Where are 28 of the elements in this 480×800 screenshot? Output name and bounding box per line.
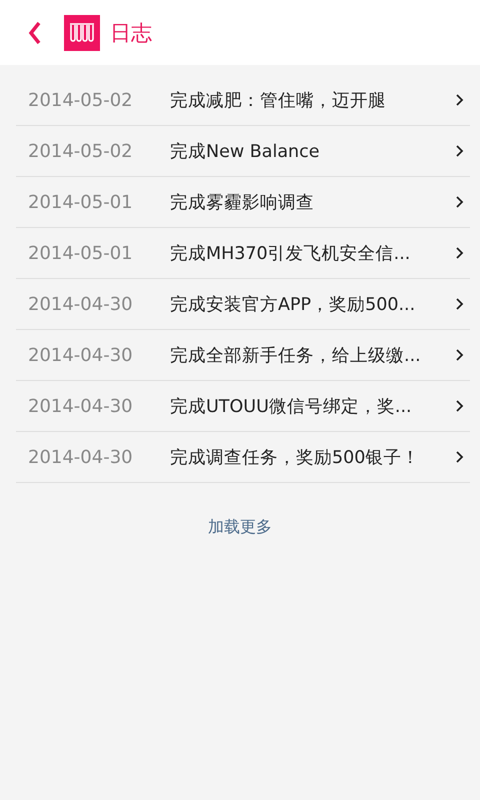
log-entry-title[interactable]: 完成雾霾影响调查 — [170, 190, 451, 214]
log-entry-title[interactable]: 完成减肥：管住嘴，迈开腿 — [170, 88, 451, 112]
chevron-right-icon[interactable] — [455, 348, 464, 362]
log-entry-title[interactable]: 完成UTOUU微信号绑定，奖... — [170, 394, 451, 418]
log-date: 2014-04-30 — [27, 294, 134, 314]
chevron-right-icon[interactable] — [455, 195, 464, 209]
chevron-right-icon[interactable] — [455, 297, 464, 311]
log-date: 2014-05-02 — [27, 90, 134, 110]
logo-icon — [64, 14, 100, 50]
log-date: 2014-05-02 — [27, 140, 134, 162]
chevron-right-icon[interactable] — [455, 93, 464, 107]
log-entry-title[interactable]: 完成调查任务，奖励500银子！ — [170, 445, 451, 469]
log-entry-title[interactable]: 完成全部新手任务，给上级缴... — [170, 343, 451, 367]
log-date: 2014-05-01 — [27, 242, 134, 264]
log-date: 2014-04-30 — [27, 446, 134, 468]
load-more-link[interactable]: 加载更多 — [200, 513, 280, 542]
chevron-right-icon[interactable] — [455, 144, 464, 158]
log-entry-title[interactable]: 完成MH370引发飞机安全信... — [170, 241, 451, 265]
log-date: 2014-04-30 — [27, 396, 134, 416]
log-date: 2014-04-30 — [27, 344, 134, 366]
log-entry-title[interactable]: 完成New Balance — [170, 139, 451, 163]
chevron-right-icon[interactable] — [455, 450, 464, 464]
log-entry-title[interactable]: 完成安装官方APP，奖励500... — [170, 292, 451, 316]
page-title: 日志 — [110, 20, 152, 46]
back-icon[interactable] — [28, 20, 42, 44]
chevron-right-icon[interactable] — [455, 399, 464, 413]
chevron-right-icon[interactable] — [455, 246, 464, 260]
log-date: 2014-05-01 — [27, 192, 134, 212]
